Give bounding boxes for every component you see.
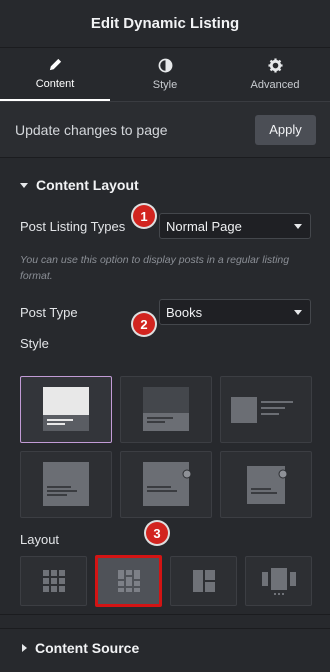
post-type-label: Post Type: [20, 304, 78, 320]
content-layout-title: Content Layout: [36, 177, 139, 193]
tab-bar: Content Style Advanced: [0, 48, 330, 102]
post-listing-help-text: You can use this option to display posts…: [20, 254, 290, 282]
tab-style-label: Style: [152, 79, 178, 91]
style-thumbnail-icon: [43, 387, 89, 431]
caret-down-icon: [294, 309, 302, 315]
style-option-6[interactable]: [220, 451, 312, 518]
pencil-icon: [49, 58, 61, 71]
step-badge-1: 1: [133, 205, 155, 227]
style-option-5[interactable]: [120, 451, 212, 518]
post-listing-types-label: Post Listing Types: [20, 218, 126, 234]
carousel-layout-icon: [261, 568, 296, 595]
caret-down-icon: [294, 223, 302, 229]
metro-layout-icon: [192, 570, 215, 592]
style-option-1[interactable]: [20, 376, 112, 443]
section-divider: [0, 614, 330, 615]
style-thumbnail-icon: [247, 466, 288, 504]
style-options: [20, 376, 312, 518]
panel-title: Edit Dynamic Listing: [0, 0, 330, 48]
post-type-value: Books: [166, 304, 203, 320]
style-thumbnail-icon: [143, 462, 192, 506]
style-option-4[interactable]: [20, 451, 112, 518]
tab-advanced-label: Advanced: [250, 79, 300, 91]
step-badge-3: 3: [146, 522, 168, 544]
layout-option-metro[interactable]: [170, 556, 237, 606]
tab-advanced[interactable]: Advanced: [220, 48, 330, 101]
step-badge-2: 2: [133, 313, 155, 335]
post-listing-types-value: Normal Page: [166, 218, 242, 234]
style-thumbnail-icon: [231, 397, 293, 423]
caret-down-icon: [20, 182, 28, 188]
style-option-2[interactable]: [120, 376, 212, 443]
layout-option-grid-3x3[interactable]: [20, 556, 87, 606]
content-source-section-header[interactable]: Content Source: [0, 628, 330, 666]
tab-content[interactable]: Content: [0, 48, 110, 101]
half-circle-icon: [158, 58, 172, 73]
post-listing-types-row: Post Listing Types Normal Page: [0, 208, 330, 244]
post-listing-types-select[interactable]: Normal Page: [159, 213, 311, 239]
style-thumbnail-icon: [143, 387, 189, 431]
update-text: Update changes to page: [15, 121, 168, 138]
apply-button[interactable]: Apply: [255, 114, 316, 145]
style-label: Style: [20, 336, 49, 351]
layout-label: Layout: [20, 532, 60, 547]
content-source-title: Content Source: [35, 639, 140, 656]
grid-layout-icon: [42, 570, 65, 592]
caret-right-icon: [22, 643, 27, 652]
post-type-select[interactable]: Books: [159, 299, 311, 325]
tab-content-label: Content: [35, 78, 75, 90]
layout-option-carousel[interactable]: [245, 556, 312, 606]
tab-style[interactable]: Style: [110, 48, 220, 101]
style-option-3[interactable]: [220, 376, 312, 443]
content-layout-section-header[interactable]: Content Layout: [0, 162, 330, 208]
layout-option-masonry[interactable]: [95, 555, 162, 607]
post-type-row: Post Type Books: [0, 294, 330, 330]
layout-options: [20, 555, 312, 607]
gear-icon: [267, 58, 283, 73]
style-thumbnail-icon: [43, 462, 89, 506]
masonry-layout-icon: [117, 570, 140, 592]
update-bar: Update changes to page Apply: [0, 102, 330, 158]
